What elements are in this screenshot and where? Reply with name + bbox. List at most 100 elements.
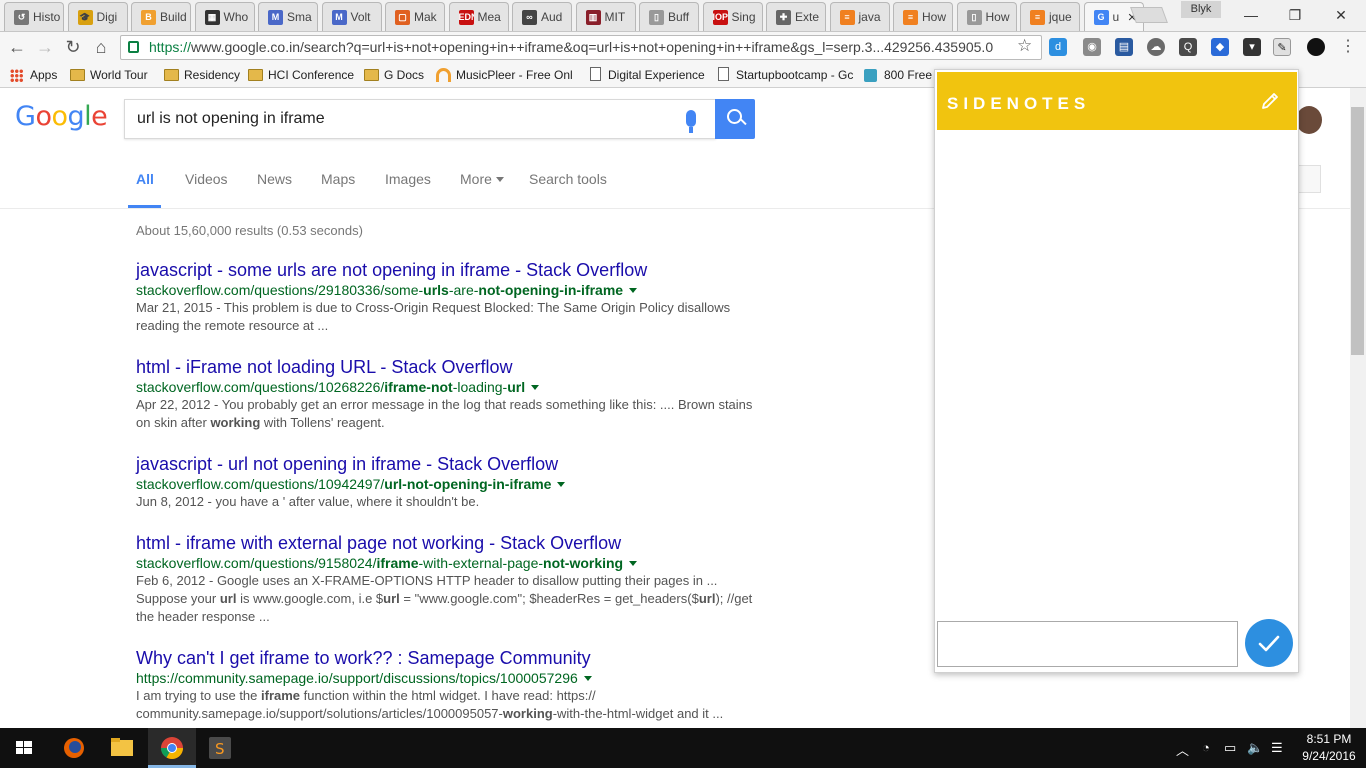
taskbar-firefox[interactable]	[50, 728, 98, 768]
search-tab-label: Maps	[321, 171, 356, 187]
forward-icon[interactable]: →	[34, 36, 56, 58]
search-tab-news[interactable]: News	[257, 171, 292, 187]
home-icon[interactable]: ⌂	[90, 36, 112, 58]
tab[interactable]: ≡ java	[829, 2, 890, 31]
url-options-caret-icon[interactable]	[629, 561, 638, 566]
extension-q-icon[interactable]: Q	[1179, 38, 1197, 56]
tab[interactable]: IOP Sing	[702, 2, 763, 31]
logo-letter: e	[91, 101, 108, 132]
search-tab-maps[interactable]: Maps	[321, 171, 355, 187]
result-title-link[interactable]: html - iframe with external page not wor…	[136, 532, 756, 554]
wifi-icon[interactable]: ◔	[1202, 740, 1210, 755]
pocket-icon[interactable]: ▾	[1243, 38, 1261, 56]
active-tab-underline	[128, 205, 161, 208]
search-tab-label: All	[136, 171, 154, 187]
address-bar[interactable]: https://www.google.co.in/search?q=url+is…	[120, 35, 1042, 60]
result-snippet: Mar 21, 2015 - This problem is due to Cr…	[136, 299, 756, 335]
pencil-icon[interactable]	[1259, 90, 1281, 112]
bookmark-label: MusicPleer - Free Onl	[456, 68, 573, 82]
sidenotes-panel: SIDENOTES	[934, 69, 1299, 673]
settings-button[interactable]	[1296, 165, 1321, 193]
bookmark-apps[interactable]: Apps	[10, 68, 57, 82]
new-tab-button[interactable]	[1130, 7, 1168, 23]
tab[interactable]: M Sma	[258, 2, 318, 31]
bookmark-site[interactable]: 800 Free	[864, 68, 932, 82]
tab[interactable]: 🎓 Digi	[67, 2, 128, 31]
cloud-icon[interactable]: ☁	[1147, 38, 1165, 56]
bookmark-star-icon[interactable]: ☆	[1017, 36, 1032, 56]
chrome-menu-icon[interactable]: ⋮	[1337, 36, 1359, 58]
battery-icon[interactable]: ▭	[1224, 740, 1236, 756]
taskbar-sublime[interactable]: S	[196, 728, 244, 768]
extension-d-icon[interactable]: d	[1049, 38, 1067, 56]
result-title-link[interactable]: javascript - some urls are not opening i…	[136, 259, 756, 281]
tab[interactable]: ▯ Buff	[639, 2, 699, 31]
url-options-caret-icon[interactable]	[583, 676, 592, 681]
search-input[interactable]: url is not opening in iframe	[124, 99, 716, 139]
url-options-caret-icon[interactable]	[629, 288, 638, 293]
sidenotes-pencil-icon[interactable]: ✎	[1273, 38, 1291, 56]
taskbar-clock[interactable]: 8:51 PM 9/24/2016	[1294, 731, 1364, 765]
url-options-caret-icon[interactable]	[557, 482, 566, 487]
bookmark-page[interactable]: Digital Experience	[588, 67, 705, 82]
bookmark-page[interactable]: Startupbootcamp - Gc	[716, 67, 853, 82]
result-snippet: Feb 6, 2012 - Google uses an X-FRAME-OPT…	[136, 572, 756, 626]
taskbar-chrome[interactable]	[148, 728, 196, 768]
start-button[interactable]	[0, 728, 48, 768]
tab-label: How	[985, 10, 1010, 24]
scrollbar-thumb[interactable]	[1351, 107, 1364, 355]
taskbar-file-explorer[interactable]	[98, 728, 146, 768]
search-tab-videos[interactable]: Videos	[185, 171, 228, 187]
volume-icon[interactable]: 🔈	[1247, 740, 1263, 756]
avatar[interactable]	[1296, 106, 1322, 134]
search-tab-images[interactable]: Images	[385, 171, 431, 187]
tab[interactable]: ≡ jque	[1020, 2, 1080, 31]
search-button[interactable]	[715, 99, 755, 139]
save-note-button[interactable]	[1245, 619, 1293, 667]
extension-book-icon[interactable]: ▤	[1115, 38, 1133, 56]
url-fragment: stackoverflow.com/questions/10942497/	[136, 476, 385, 492]
bookmark-folder[interactable]: G Docs	[364, 68, 424, 82]
url-options-caret-icon[interactable]	[531, 385, 540, 390]
snippet-fragment: = "www.google.com"; $headerRes = get_hea…	[399, 591, 699, 606]
bookmark-folder[interactable]: Residency	[164, 68, 240, 82]
bookmark-folder[interactable]: HCI Conference	[248, 68, 354, 82]
tab-favicon-icon: ↺	[14, 10, 29, 25]
extension-diamond-icon[interactable]: ◆	[1211, 38, 1229, 56]
tab[interactable]: ≡ How	[893, 2, 953, 31]
sidenotes-header: SIDENOTES	[937, 72, 1297, 130]
tab[interactable]: ▢ Mak	[385, 2, 445, 31]
minimize-button[interactable]: —	[1228, 4, 1274, 26]
tab[interactable]: ↺ Histo	[4, 2, 64, 31]
restore-button[interactable]: ❐	[1272, 4, 1318, 26]
extension-circle-icon[interactable]	[1307, 38, 1325, 56]
close-window-button[interactable]: ✕	[1318, 4, 1364, 26]
search-tab-search-tools[interactable]: Search tools	[529, 171, 607, 187]
tab[interactable]: ✚ Exte	[766, 2, 826, 31]
tab-favicon-icon: ✚	[776, 10, 791, 25]
microphone-icon[interactable]	[686, 110, 696, 133]
tab[interactable]: ∞ Aud	[512, 2, 572, 31]
tab[interactable]: B Build	[131, 2, 191, 31]
camera-icon[interactable]: ◉	[1083, 38, 1101, 56]
search-tab-all[interactable]: All	[136, 171, 154, 187]
reload-icon[interactable]: ↻	[62, 36, 84, 58]
bookmark-music[interactable]: MusicPleer - Free Onl	[436, 68, 573, 82]
bookmark-folder[interactable]: World Tour	[70, 68, 148, 82]
result-title-link[interactable]: javascript - url not opening in iframe -…	[136, 453, 756, 475]
profile-button[interactable]: Blyk	[1181, 1, 1221, 18]
tray-chevron-icon[interactable]: ︿	[1176, 740, 1189, 759]
search-tab-more[interactable]: More	[460, 171, 504, 187]
result-title-link[interactable]: html - iFrame not loading URL - Stack Ov…	[136, 356, 756, 378]
back-icon[interactable]: ←	[6, 36, 28, 58]
tab[interactable]: M Volt	[321, 2, 382, 31]
result-title-link[interactable]: Why can't I get iframe to work?? : Samep…	[136, 647, 756, 669]
note-input[interactable]	[937, 621, 1238, 667]
tab[interactable]: ▥ MIT	[575, 2, 636, 31]
tab[interactable]: ▦ Who	[194, 2, 255, 31]
headphones-icon	[436, 68, 451, 82]
google-logo[interactable]: Google	[15, 101, 108, 132]
notification-icon[interactable]: ☰	[1271, 740, 1283, 756]
tab[interactable]: EDNMea	[448, 2, 509, 31]
tab[interactable]: ▯ How	[956, 2, 1017, 31]
